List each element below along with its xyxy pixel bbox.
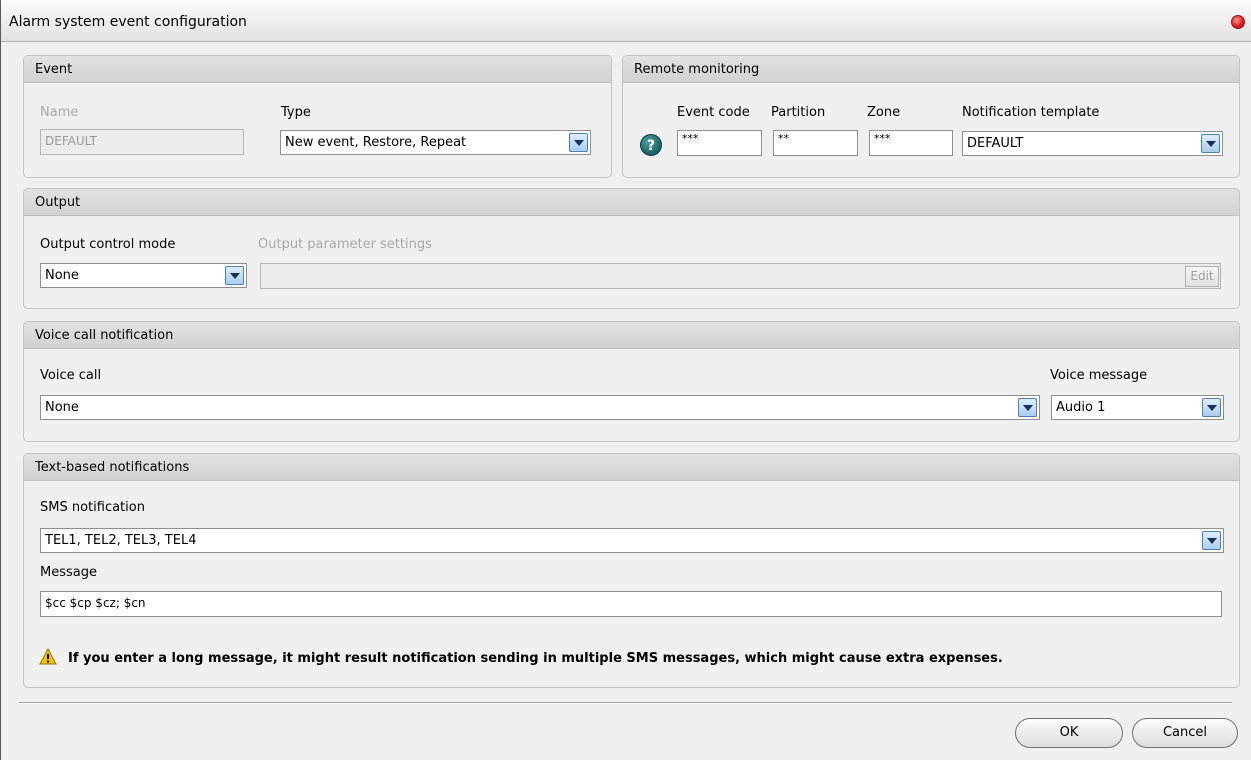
zone-label: Zone xyxy=(867,105,901,120)
event-code-label: Event code xyxy=(677,105,750,120)
output-control-mode-label: Output control mode xyxy=(40,237,176,252)
chevron-down-icon[interactable] xyxy=(225,266,244,285)
ok-button[interactable]: OK xyxy=(1015,718,1123,748)
sms-notification-value: TEL1, TEL2, TEL3, TEL4 xyxy=(45,533,197,548)
notification-template-value: DEFAULT xyxy=(967,136,1024,151)
voice-message-select[interactable]: Audio 1 xyxy=(1051,395,1224,420)
type-select-value: New event, Restore, Repeat xyxy=(285,135,467,150)
voice-message-label: Voice message xyxy=(1050,368,1148,383)
close-icon[interactable] xyxy=(1231,15,1245,29)
chevron-down-icon[interactable] xyxy=(1202,531,1221,550)
voice-call-value: None xyxy=(45,400,79,415)
output-parameter-settings-label: Output parameter settings xyxy=(258,237,432,252)
cancel-button[interactable]: Cancel xyxy=(1132,718,1238,748)
type-label: Type xyxy=(281,105,311,120)
output-group: Output Output control mode None Output p… xyxy=(23,188,1240,309)
edit-button: Edit xyxy=(1185,266,1219,287)
message-label: Message xyxy=(40,565,97,580)
partition-field[interactable]: ** xyxy=(773,130,858,156)
zone-field[interactable]: *** xyxy=(869,130,953,156)
event-group: Event Name DEFAULT Type New event, Resto… xyxy=(23,55,612,178)
voice-call-select[interactable]: None xyxy=(40,395,1040,420)
voice-call-group-header: Voice call notification xyxy=(24,322,1239,349)
output-parameter-settings-field xyxy=(260,263,1221,289)
chevron-down-icon[interactable] xyxy=(1018,398,1037,417)
text-notifications-header: Text-based notifications xyxy=(24,454,1239,481)
dialog-window: Alarm system event configuration Event N… xyxy=(0,0,1251,760)
event-code-field[interactable]: *** xyxy=(677,130,762,156)
footer-separator xyxy=(19,702,1232,704)
window-title: Alarm system event configuration xyxy=(9,14,247,30)
notification-template-select[interactable]: DEFAULT xyxy=(962,131,1223,156)
sms-length-warning: If you enter a long message, it might re… xyxy=(68,651,1003,666)
chevron-down-icon[interactable] xyxy=(1202,398,1221,417)
remote-monitoring-group: Remote monitoring Event code Partition Z… xyxy=(622,55,1240,178)
voice-call-label: Voice call xyxy=(40,368,102,383)
remote-monitoring-header: Remote monitoring xyxy=(623,56,1239,83)
partition-label: Partition xyxy=(771,105,826,120)
name-label: Name xyxy=(40,105,79,120)
sms-notification-label: SMS notification xyxy=(40,500,145,515)
output-control-mode-value: None xyxy=(45,268,79,283)
warning-icon xyxy=(39,648,57,665)
help-icon[interactable]: ? xyxy=(640,134,662,156)
notification-template-label: Notification template xyxy=(962,105,1100,120)
sms-notification-select[interactable]: TEL1, TEL2, TEL3, TEL4 xyxy=(40,528,1224,553)
title-bar: Alarm system event configuration xyxy=(1,0,1251,42)
chevron-down-icon[interactable] xyxy=(569,133,588,152)
event-group-header: Event xyxy=(24,56,611,83)
chevron-down-icon[interactable] xyxy=(1201,134,1220,153)
output-control-mode-select[interactable]: None xyxy=(40,263,247,288)
message-input[interactable]: $cc $cp $cz; $cn xyxy=(40,591,1222,617)
type-select[interactable]: New event, Restore, Repeat xyxy=(280,130,591,155)
output-group-header: Output xyxy=(24,189,1239,216)
voice-call-group: Voice call notification Voice call None … xyxy=(23,321,1240,442)
name-field: DEFAULT xyxy=(40,129,244,155)
voice-message-value: Audio 1 xyxy=(1056,400,1106,415)
